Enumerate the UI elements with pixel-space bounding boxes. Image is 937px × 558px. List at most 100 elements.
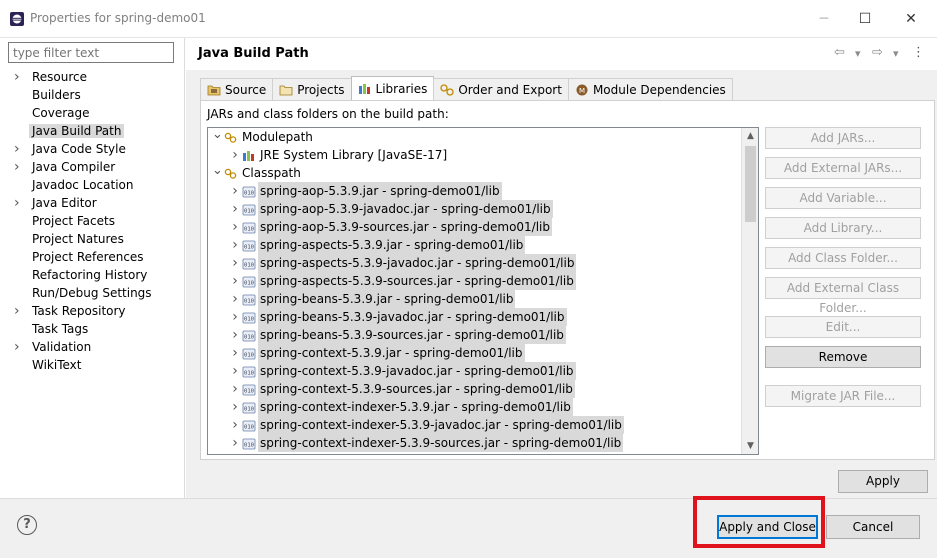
chevron-right-icon[interactable]: › <box>230 272 240 290</box>
jar-entry[interactable]: › 010 spring-beans-5.3.9-javadoc.jar - spr… <box>208 308 758 326</box>
view-menu-icon[interactable]: ⋮ <box>912 45 925 60</box>
scroll-down-icon[interactable]: ▼ <box>742 438 758 454</box>
migrate-jar-button[interactable]: Migrate JAR File... <box>765 385 921 407</box>
nav-item[interactable]: › Resource <box>0 68 184 86</box>
jar-entry[interactable]: › 010 spring-context-indexer-5.3.9.jar - s… <box>208 398 758 416</box>
tab-order-and-export[interactable]: Order and Export <box>433 78 569 100</box>
jar-icon: 010 <box>242 419 256 432</box>
back-arrow-icon[interactable]: ⇦ <box>834 45 845 60</box>
tab-libraries[interactable]: Libraries <box>350 76 435 100</box>
jar-entry[interactable]: › 010 spring-context-indexer-5.3.9-javadoc… <box>208 416 758 434</box>
chevron-right-icon[interactable]: › <box>230 434 240 452</box>
chevron-right-icon[interactable]: › <box>230 146 240 164</box>
chevron-right-icon[interactable]: › <box>230 344 240 362</box>
jar-entry[interactable]: › 010 spring-aspects-5.3.9-sources.jar - s… <box>208 272 758 290</box>
jar-entry[interactable]: › 010 spring-context-5.3.9-sources.jar - s… <box>208 380 758 398</box>
nav-item[interactable]: Run/Debug Settings <box>0 284 184 302</box>
svg-text:M: M <box>579 87 585 95</box>
forward-arrow-icon[interactable]: ⇨ <box>872 45 883 60</box>
jar-entry[interactable]: › 010 spring-beans-5.3.9-sources.jar - spr… <box>208 326 758 344</box>
chevron-right-icon[interactable]: › <box>14 140 24 158</box>
expand-down-icon[interactable]: ⌄ <box>212 128 223 141</box>
build-path-tree[interactable]: ⌄ Modulepath › JRE System Library [JavaSE-1… <box>207 127 759 455</box>
close-icon: ✕ <box>905 11 917 27</box>
minimize-button[interactable]: ─ <box>808 6 840 32</box>
apply-button[interactable]: Apply <box>838 470 928 493</box>
chevron-right-icon[interactable]: › <box>230 398 240 416</box>
edit-button[interactable]: Edit... <box>765 316 921 338</box>
scroll-up-icon[interactable]: ▲ <box>742 128 758 144</box>
classpath-node[interactable]: ⌄ Classpath <box>208 164 758 182</box>
chevron-right-icon[interactable]: › <box>14 158 24 176</box>
jar-entry[interactable]: › 010 spring-aspects-5.3.9-javadoc.jar - s… <box>208 254 758 272</box>
scroll-thumb[interactable] <box>745 146 756 222</box>
nav-item[interactable]: Project Facets <box>0 212 184 230</box>
chevron-right-icon[interactable]: › <box>230 182 240 200</box>
chevron-right-icon[interactable]: › <box>14 302 24 320</box>
forward-dropdown-icon[interactable]: ▾ <box>893 47 899 60</box>
jar-entry[interactable]: › 010 spring-context-indexer-5.3.9-sources… <box>208 434 758 452</box>
nav-tree: › Resource Builders Coverage Java Build Path… <box>0 68 184 374</box>
tab-projects[interactable]: Projects <box>272 78 352 100</box>
jar-entry[interactable]: › 010 spring-beans-5.3.9.jar - spring-demo… <box>208 290 758 308</box>
nav-item[interactable]: › Validation <box>0 338 184 356</box>
tree-scrollbar[interactable]: ▲ ▼ <box>741 128 758 454</box>
tab-source[interactable]: Source <box>200 78 274 100</box>
jar-entry[interactable]: › 010 spring-aop-5.3.9-sources.jar - sprin… <box>208 218 758 236</box>
svg-text:010: 010 <box>244 281 254 287</box>
add-library-button[interactable]: Add Library... <box>765 217 921 239</box>
nav-item-label: Refactoring History <box>32 268 148 282</box>
chevron-right-icon[interactable]: › <box>230 308 240 326</box>
help-icon[interactable]: ? <box>17 515 37 535</box>
maximize-button[interactable]: ☐ <box>849 6 881 32</box>
chevron-right-icon[interactable]: › <box>230 236 240 254</box>
remove-button[interactable]: Remove <box>765 346 921 368</box>
chevron-right-icon[interactable]: › <box>230 326 240 344</box>
add-jars-button[interactable]: Add JARs... <box>765 127 921 149</box>
add-variable-button[interactable]: Add Variable... <box>765 187 921 209</box>
nav-item[interactable]: Task Tags <box>0 320 184 338</box>
chevron-right-icon[interactable]: › <box>230 380 240 398</box>
nav-item[interactable]: › Task Repository <box>0 302 184 320</box>
jar-entry[interactable]: › 010 spring-aop-5.3.9-javadoc.jar - sprin… <box>208 200 758 218</box>
jar-icon: 010 <box>242 239 256 252</box>
chevron-right-icon[interactable]: › <box>230 362 240 380</box>
nav-item[interactable]: Refactoring History <box>0 266 184 284</box>
back-dropdown-icon[interactable]: ▾ <box>855 47 861 60</box>
jar-entry[interactable]: › 010 spring-aspects-5.3.9.jar - spring-de… <box>208 236 758 254</box>
jar-entry-label: spring-context-5.3.9-javadoc.jar - sprin… <box>258 362 576 380</box>
nav-item[interactable]: WikiText <box>0 356 184 374</box>
chevron-right-icon[interactable]: › <box>230 218 240 236</box>
apply-and-close-button[interactable]: Apply and Close <box>717 515 818 539</box>
chevron-right-icon[interactable]: › <box>14 68 24 86</box>
chevron-right-icon[interactable]: › <box>230 200 240 218</box>
nav-item[interactable]: › Java Compiler <box>0 158 184 176</box>
nav-item[interactable]: Builders <box>0 86 184 104</box>
filter-input[interactable] <box>8 42 174 63</box>
nav-item[interactable]: Javadoc Location <box>0 176 184 194</box>
chevron-right-icon[interactable]: › <box>230 290 240 308</box>
nav-item[interactable]: Project References <box>0 248 184 266</box>
nav-item[interactable]: Coverage <box>0 104 184 122</box>
chevron-right-icon[interactable]: › <box>230 416 240 434</box>
chevron-right-icon[interactable]: › <box>14 194 24 212</box>
chevron-right-icon[interactable]: › <box>230 254 240 272</box>
add-external-jars-button[interactable]: Add External JARs... <box>765 157 921 179</box>
nav-item[interactable]: › Java Code Style <box>0 140 184 158</box>
modulepath-node[interactable]: ⌄ Modulepath <box>208 128 758 146</box>
jar-entry[interactable]: › 010 spring-context-5.3.9.jar - spring-de… <box>208 344 758 362</box>
nav-item[interactable]: Java Build Path <box>0 122 184 140</box>
add-class-folder-button[interactable]: Add Class Folder... <box>765 247 921 269</box>
expand-down-icon[interactable]: ⌄ <box>212 164 223 177</box>
close-button[interactable]: ✕ <box>895 6 927 32</box>
nav-item[interactable]: Project Natures <box>0 230 184 248</box>
jar-entry[interactable]: › 010 spring-context-5.3.9-javadoc.jar - s… <box>208 362 758 380</box>
jre-library-node[interactable]: › JRE System Library [JavaSE-17] <box>208 146 758 164</box>
tab-module-dependencies[interactable]: M Module Dependencies <box>567 78 733 100</box>
cancel-button[interactable]: Cancel <box>826 515 920 539</box>
jar-entry[interactable]: › 010 spring-aop-5.3.9.jar - spring-demo01… <box>208 182 758 200</box>
nav-item-label: Project Facets <box>32 214 115 228</box>
chevron-right-icon[interactable]: › <box>14 338 24 356</box>
add-external-class-folder-button[interactable]: Add External Class Folder... <box>765 277 921 315</box>
nav-item[interactable]: › Java Editor <box>0 194 184 212</box>
